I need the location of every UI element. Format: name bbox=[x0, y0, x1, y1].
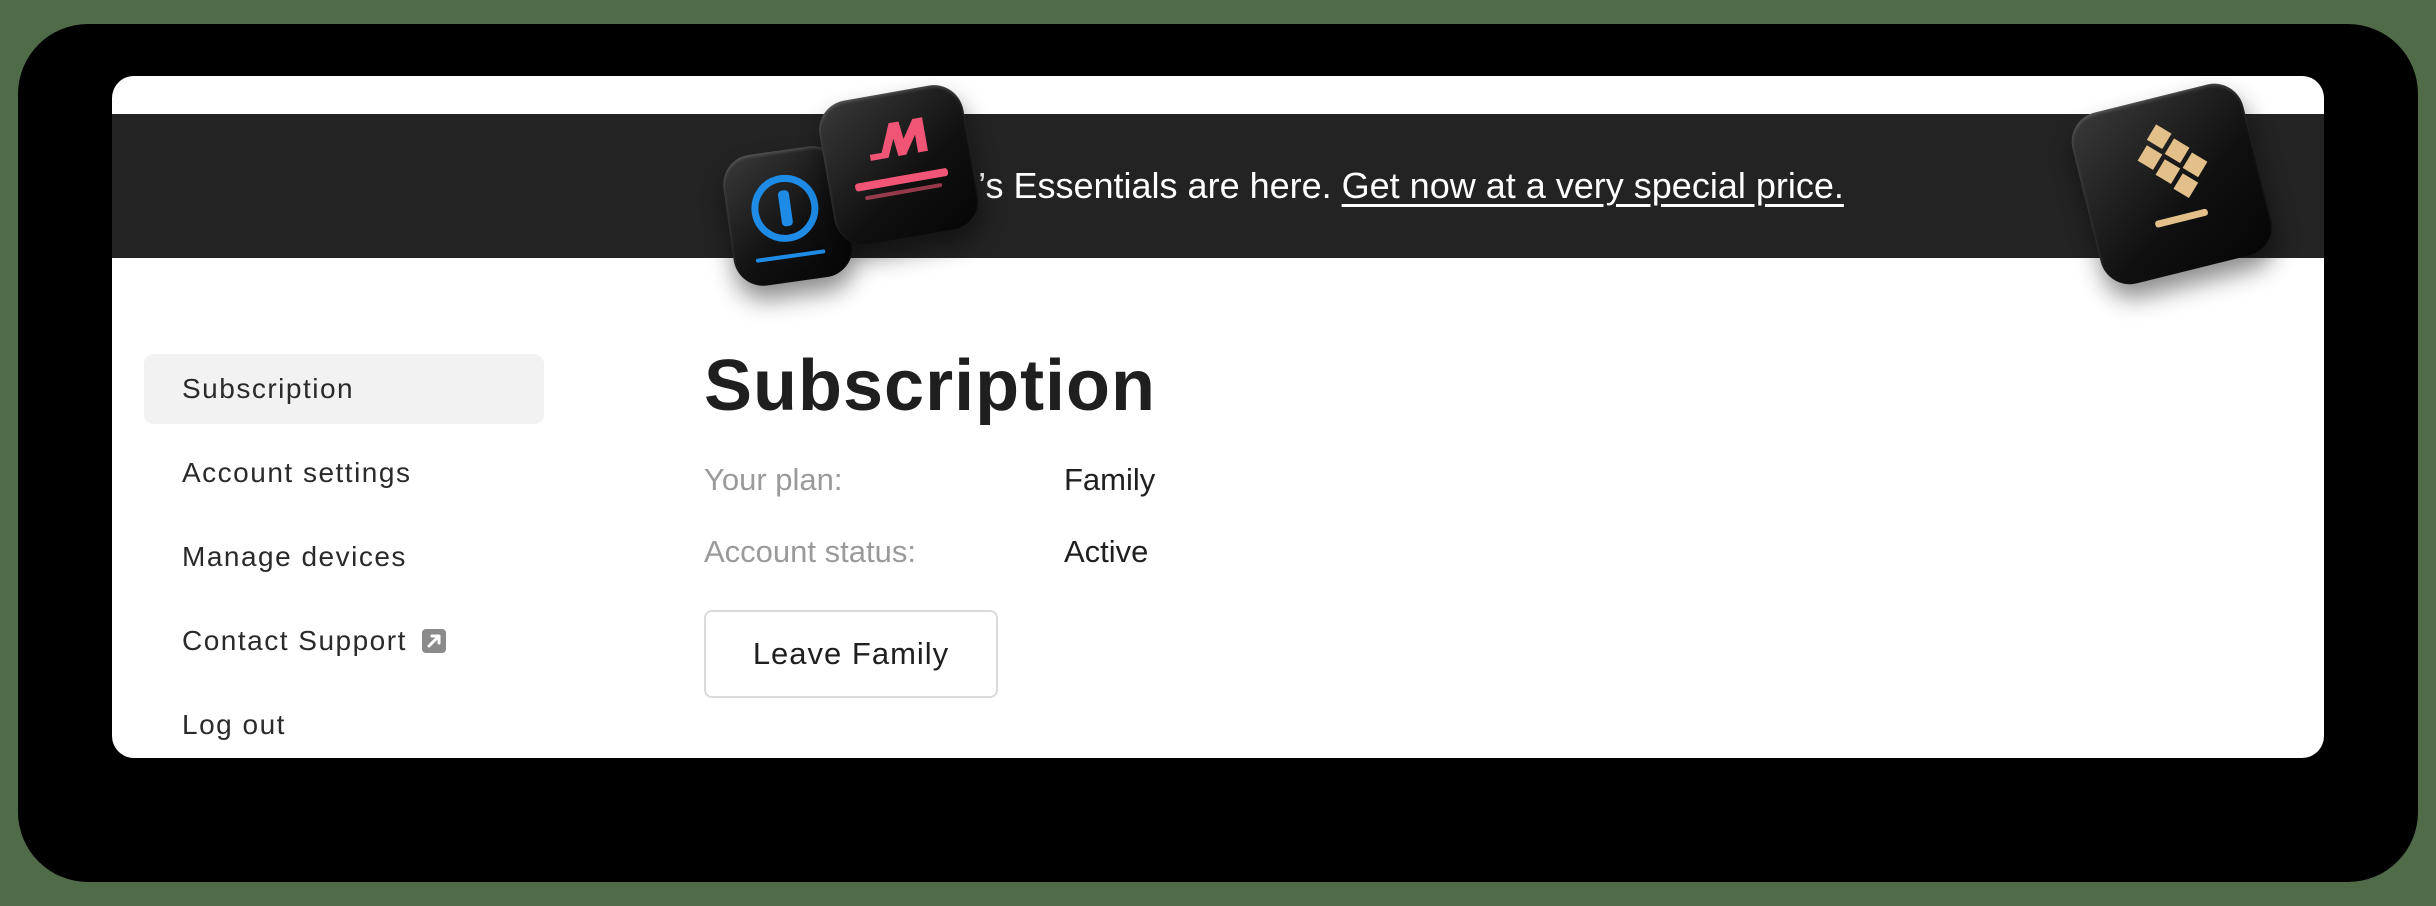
plan-label: Your plan: bbox=[704, 462, 843, 497]
setapp-logo-icon bbox=[2137, 124, 2208, 228]
account-status-label: Account status: bbox=[704, 534, 916, 569]
sidebar-item-manage-devices[interactable]: Manage devices bbox=[144, 522, 544, 592]
sidebar-item-label: Subscription bbox=[182, 373, 355, 404]
sidebar-item-label: Log out bbox=[182, 709, 286, 740]
leave-family-button[interactable]: Leave Family bbox=[704, 610, 998, 698]
promo-banner-text: Pro’s Essentials are here. Get now at a … bbox=[112, 114, 2324, 258]
sidebar-nav: Subscription Account settings Manage dev… bbox=[144, 354, 544, 758]
sidebar-item-label: Account settings bbox=[182, 457, 412, 488]
sidebar-item-contact-support[interactable]: Contact Support bbox=[144, 606, 544, 676]
masterclass-logo-icon bbox=[855, 117, 949, 201]
subscription-panel: Subscription Your plan: Family Account s… bbox=[704, 346, 1156, 698]
account-status-row: Account status: Active bbox=[704, 516, 1156, 588]
sidebar-item-label: Manage devices bbox=[182, 541, 407, 572]
account-status-value: Active bbox=[1064, 534, 1149, 569]
page-title: Subscription bbox=[704, 346, 1157, 426]
subscription-details: Your plan: Family Account status: Active bbox=[704, 444, 1156, 588]
account-window: Pro’s Essentials are here. Get now at a … bbox=[112, 76, 2324, 758]
external-link-icon bbox=[421, 629, 446, 653]
setapp-tile bbox=[2065, 77, 2279, 291]
plan-row: Your plan: Family bbox=[704, 444, 1156, 516]
sidebar-item-subscription[interactable]: Subscription bbox=[144, 354, 544, 424]
sidebar-item-label: Contact Support bbox=[182, 625, 407, 656]
promo-banner: Pro’s Essentials are here. Get now at a … bbox=[112, 114, 2324, 258]
promo-message: Pro’s Essentials are here. bbox=[922, 165, 1332, 206]
sidebar-item-account-settings[interactable]: Account settings bbox=[144, 438, 544, 508]
promo-link[interactable]: Get now at a very special price. bbox=[1342, 165, 1844, 207]
plan-value: Family bbox=[1064, 462, 1156, 497]
sidebar-item-log-out[interactable]: Log out bbox=[144, 690, 544, 758]
masterclass-tile bbox=[814, 80, 984, 250]
